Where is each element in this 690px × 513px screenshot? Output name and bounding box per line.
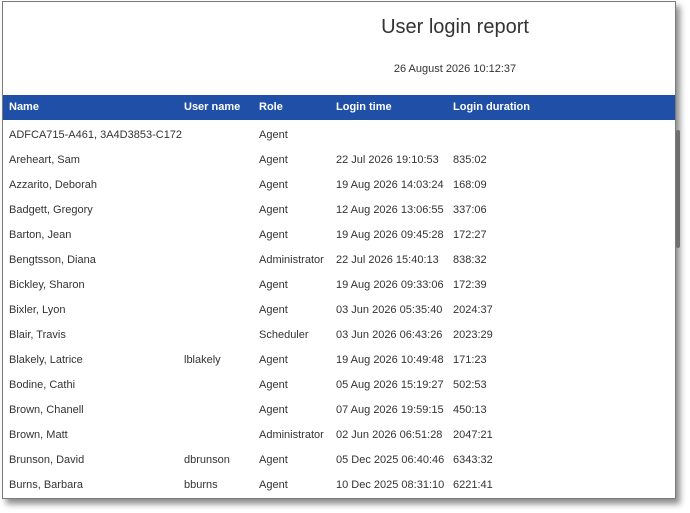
column-header-name[interactable]: Name — [9, 95, 39, 120]
cell-name: Badgett, Gregory — [9, 204, 93, 216]
cell-role: Agent — [259, 454, 288, 466]
cell-name: Bixler, Lyon — [9, 304, 66, 316]
cell-user-name: dbrunson — [184, 454, 230, 466]
table-row[interactable]: Badgett, Gregory Agent 12 Aug 2026 13:06:5… — [3, 198, 675, 223]
cell-name: Brown, Chanell — [9, 404, 84, 416]
cell-login-time: 22 Jul 2026 15:40:13 — [336, 254, 439, 266]
cell-name: Azzarito, Deborah — [9, 179, 98, 191]
cell-role: Administrator — [259, 254, 324, 266]
cell-login-duration: 2023:29 — [453, 329, 493, 341]
cell-role: Agent — [259, 379, 288, 391]
cell-login-time: 22 Jul 2026 19:10:53 — [336, 154, 439, 166]
table-body: ADFCA715-A461, 3A4D3853-C172 Agent Arehear… — [3, 123, 675, 498]
cell-login-duration: 450:13 — [453, 404, 487, 416]
cell-user-name: bburns — [184, 479, 218, 491]
report-title: User login report — [381, 16, 529, 38]
cell-role: Agent — [259, 404, 288, 416]
column-header-login-duration[interactable]: Login duration — [453, 95, 530, 120]
cell-login-duration: 172:27 — [453, 229, 487, 241]
cell-login-duration: 168:09 — [453, 179, 487, 191]
user-login-report: User login report 26 August 2026 10:12:3… — [2, 1, 676, 499]
table-row[interactable]: Barton, Jean Agent 19 Aug 2026 09:45:28 172… — [3, 223, 675, 248]
cell-login-time: 19 Aug 2026 09:45:28 — [336, 229, 444, 241]
table-row[interactable]: Brunson, David dbrunson Agent 05 Dec 2025 0… — [3, 448, 675, 473]
cell-role: Scheduler — [259, 329, 309, 341]
cell-name: Burns, Barbara — [9, 479, 83, 491]
table-row[interactable]: Brown, Matt Administrator 02 Jun 2026 06:5… — [3, 423, 675, 448]
cell-login-time: 12 Aug 2026 13:06:55 — [336, 204, 444, 216]
cell-role: Agent — [259, 229, 288, 241]
cell-user-name: lblakely — [184, 354, 221, 366]
cell-name: Blair, Travis — [9, 329, 66, 341]
table-row[interactable]: Blakely, Latrice lblakely Agent 19 Aug 2026… — [3, 348, 675, 373]
cell-role: Agent — [259, 154, 288, 166]
cell-login-duration: 502:53 — [453, 379, 487, 391]
table-row[interactable]: Blair, Travis Scheduler 03 Jun 2026 06:43:… — [3, 323, 675, 348]
cell-login-time: 10 Dec 2025 08:31:10 — [336, 479, 445, 491]
table-row[interactable]: Areheart, Sam Agent 22 Jul 2026 19:10:53 83… — [3, 148, 675, 173]
column-header-role[interactable]: Role — [259, 95, 283, 120]
cell-login-time: 05 Dec 2025 06:40:46 — [336, 454, 445, 466]
column-header-user-name[interactable]: User name — [184, 95, 240, 120]
cell-name: Brunson, David — [9, 454, 85, 466]
cell-login-duration: 2047:21 — [453, 429, 493, 441]
cell-role: Agent — [259, 304, 288, 316]
table-header: Name User name Role Login time Login dur… — [3, 95, 675, 120]
cell-login-time: 19 Aug 2026 10:49:48 — [336, 354, 444, 366]
cell-name: Bodine, Cathi — [9, 379, 76, 391]
cell-login-duration: 838:32 — [453, 254, 487, 266]
table-row[interactable]: Bodine, Cathi Agent 05 Aug 2026 15:19:27 50… — [3, 373, 675, 398]
scrollbar-thumb[interactable] — [676, 130, 680, 248]
cell-login-duration: 6343:32 — [453, 454, 493, 466]
cell-role: Agent — [259, 279, 288, 291]
cell-login-duration: 172:39 — [453, 279, 487, 291]
cell-login-time: 05 Aug 2026 15:19:27 — [336, 379, 444, 391]
cell-login-duration: 337:06 — [453, 204, 487, 216]
cell-login-time: 19 Aug 2026 09:33:06 — [336, 279, 444, 291]
cell-name: Bickley, Sharon — [9, 279, 85, 291]
cell-name: Barton, Jean — [9, 229, 72, 241]
table-row[interactable]: Bickley, Sharon Agent 19 Aug 2026 09:33:06… — [3, 273, 675, 298]
cell-login-time: 19 Aug 2026 14:03:24 — [336, 179, 444, 191]
cell-login-time: 07 Aug 2026 19:59:15 — [336, 404, 444, 416]
report-timestamp: 26 August 2026 10:12:37 — [393, 63, 517, 75]
cell-name: Bengtsson, Diana — [9, 254, 96, 266]
table-row[interactable]: Brown, Chanell Agent 07 Aug 2026 19:59:15 4… — [3, 398, 675, 423]
cell-login-duration: 2024:37 — [453, 304, 493, 316]
cell-name: Areheart, Sam — [9, 154, 80, 166]
table-row[interactable]: ADFCA715-A461, 3A4D3853-C172 Agent — [3, 123, 675, 148]
cell-role: Agent — [259, 204, 288, 216]
cell-role: Agent — [259, 354, 288, 366]
cell-name: Brown, Matt — [9, 429, 68, 441]
cell-role: Administrator — [259, 429, 324, 441]
table-row[interactable]: Azzarito, Deborah Agent 19 Aug 2026 14:03:… — [3, 173, 675, 198]
table-row[interactable]: Burns, Barbara bburns Agent 10 Dec 2025 08:… — [3, 473, 675, 498]
cell-login-time: 02 Jun 2026 06:51:28 — [336, 429, 443, 441]
table-row[interactable]: Bengtsson, Diana Administrator 22 Jul 2026… — [3, 248, 675, 273]
cell-login-duration: 171:23 — [453, 354, 487, 366]
cell-name: Blakely, Latrice — [9, 354, 83, 366]
cell-login-duration: 835:02 — [453, 154, 487, 166]
table-row[interactable]: Bixler, Lyon Agent 03 Jun 2026 05:35:40 202… — [3, 298, 675, 323]
cell-login-duration: 6221:41 — [453, 479, 493, 491]
cell-role: Agent — [259, 129, 288, 141]
cell-role: Agent — [259, 179, 288, 191]
cell-role: Agent — [259, 479, 288, 491]
cell-login-time: 03 Jun 2026 05:35:40 — [336, 304, 443, 316]
cell-name: ADFCA715-A461, 3A4D3853-C172 — [9, 129, 183, 141]
cell-login-time: 03 Jun 2026 06:43:26 — [336, 329, 443, 341]
column-header-login-time[interactable]: Login time — [336, 95, 392, 120]
